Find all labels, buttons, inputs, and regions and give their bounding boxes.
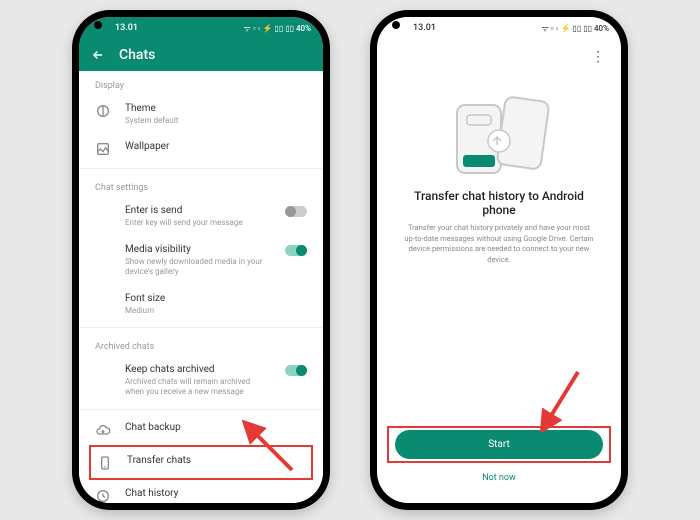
enter-toggle[interactable] — [285, 206, 307, 217]
phone-transfer-screen: 13.01 ᯤ ▫ ◦ ⚡ ▯▯ ▯▯ 40% ⋮ Transfer chat … — [370, 10, 628, 510]
header-bar: Chats — [79, 39, 323, 71]
not-now-button[interactable]: Not now — [387, 467, 611, 489]
section-archived: Archived chats — [79, 332, 323, 356]
status-bar: 13.01 ᯤ ▫ ◦ ⚡ ▯▯ ▯▯ 40% — [79, 17, 323, 39]
media-row[interactable]: Media visibility Show newly downloaded m… — [79, 236, 323, 285]
divider — [79, 327, 323, 328]
phone-chats-settings: 13.01 ᯤ ▫ ◦ ⚡ ▯▯ ▯▯ 40% Chats Display Th… — [72, 10, 330, 510]
history-row[interactable]: Chat history — [79, 480, 323, 503]
cloud-icon — [95, 422, 111, 438]
divider — [79, 409, 323, 410]
back-icon[interactable] — [91, 48, 105, 62]
theme-sub: System default — [125, 116, 307, 126]
section-chat: Chat settings — [79, 173, 323, 197]
font-sub: Medium — [125, 306, 307, 316]
transfer-title: Transfer chat history to Android phone — [377, 189, 621, 217]
menu-dots-icon[interactable]: ⋮ — [591, 49, 605, 65]
status-indicators: ᯤ ▫ ◦ ⚡ ▯▯ ▯▯ 40% — [542, 23, 609, 34]
bottom-actions: Start Not now — [377, 426, 621, 503]
theme-label: Theme — [125, 102, 307, 115]
history-label: Chat history — [125, 487, 307, 500]
keep-row[interactable]: Keep chats archived Archived chats will … — [79, 356, 323, 405]
keep-label: Keep chats archived — [125, 363, 271, 376]
keep-sub: Archived chats will remain archived when… — [125, 377, 271, 398]
keep-toggle[interactable] — [285, 365, 307, 376]
theme-icon — [95, 103, 111, 119]
media-label: Media visibility — [125, 243, 271, 256]
divider — [79, 168, 323, 169]
enter-sub: Enter key will send your message — [125, 218, 271, 228]
font-row[interactable]: Font size Medium — [79, 285, 323, 323]
header-title: Chats — [119, 47, 155, 63]
theme-row[interactable]: Theme System default — [79, 95, 323, 133]
media-toggle[interactable] — [285, 245, 307, 256]
start-button[interactable]: Start — [395, 430, 603, 459]
font-label: Font size — [125, 292, 307, 305]
transfer-illustration — [377, 75, 621, 189]
status-bar: 13.01 ᯤ ▫ ◦ ⚡ ▯▯ ▯▯ 40% — [377, 17, 621, 39]
wallpaper-label: Wallpaper — [125, 140, 307, 153]
history-icon — [95, 488, 111, 503]
section-display: Display — [79, 71, 323, 95]
media-sub: Show newly downloaded media in your devi… — [125, 257, 271, 278]
enter-row[interactable]: Enter is send Enter key will send your m… — [79, 197, 323, 235]
status-indicators: ᯤ ▫ ◦ ⚡ ▯▯ ▯▯ 40% — [244, 23, 311, 34]
wallpaper-row[interactable]: Wallpaper — [79, 133, 323, 164]
phone-icon — [97, 455, 113, 471]
top-bar: ⋮ — [377, 39, 621, 75]
annotation-arrow — [242, 420, 296, 474]
annotation-arrow — [536, 368, 586, 432]
enter-label: Enter is send — [125, 204, 271, 217]
camera-hole — [94, 21, 102, 29]
camera-hole — [392, 21, 400, 29]
wallpaper-icon — [95, 141, 111, 157]
transfer-description: Transfer your chat history privately and… — [377, 217, 621, 271]
